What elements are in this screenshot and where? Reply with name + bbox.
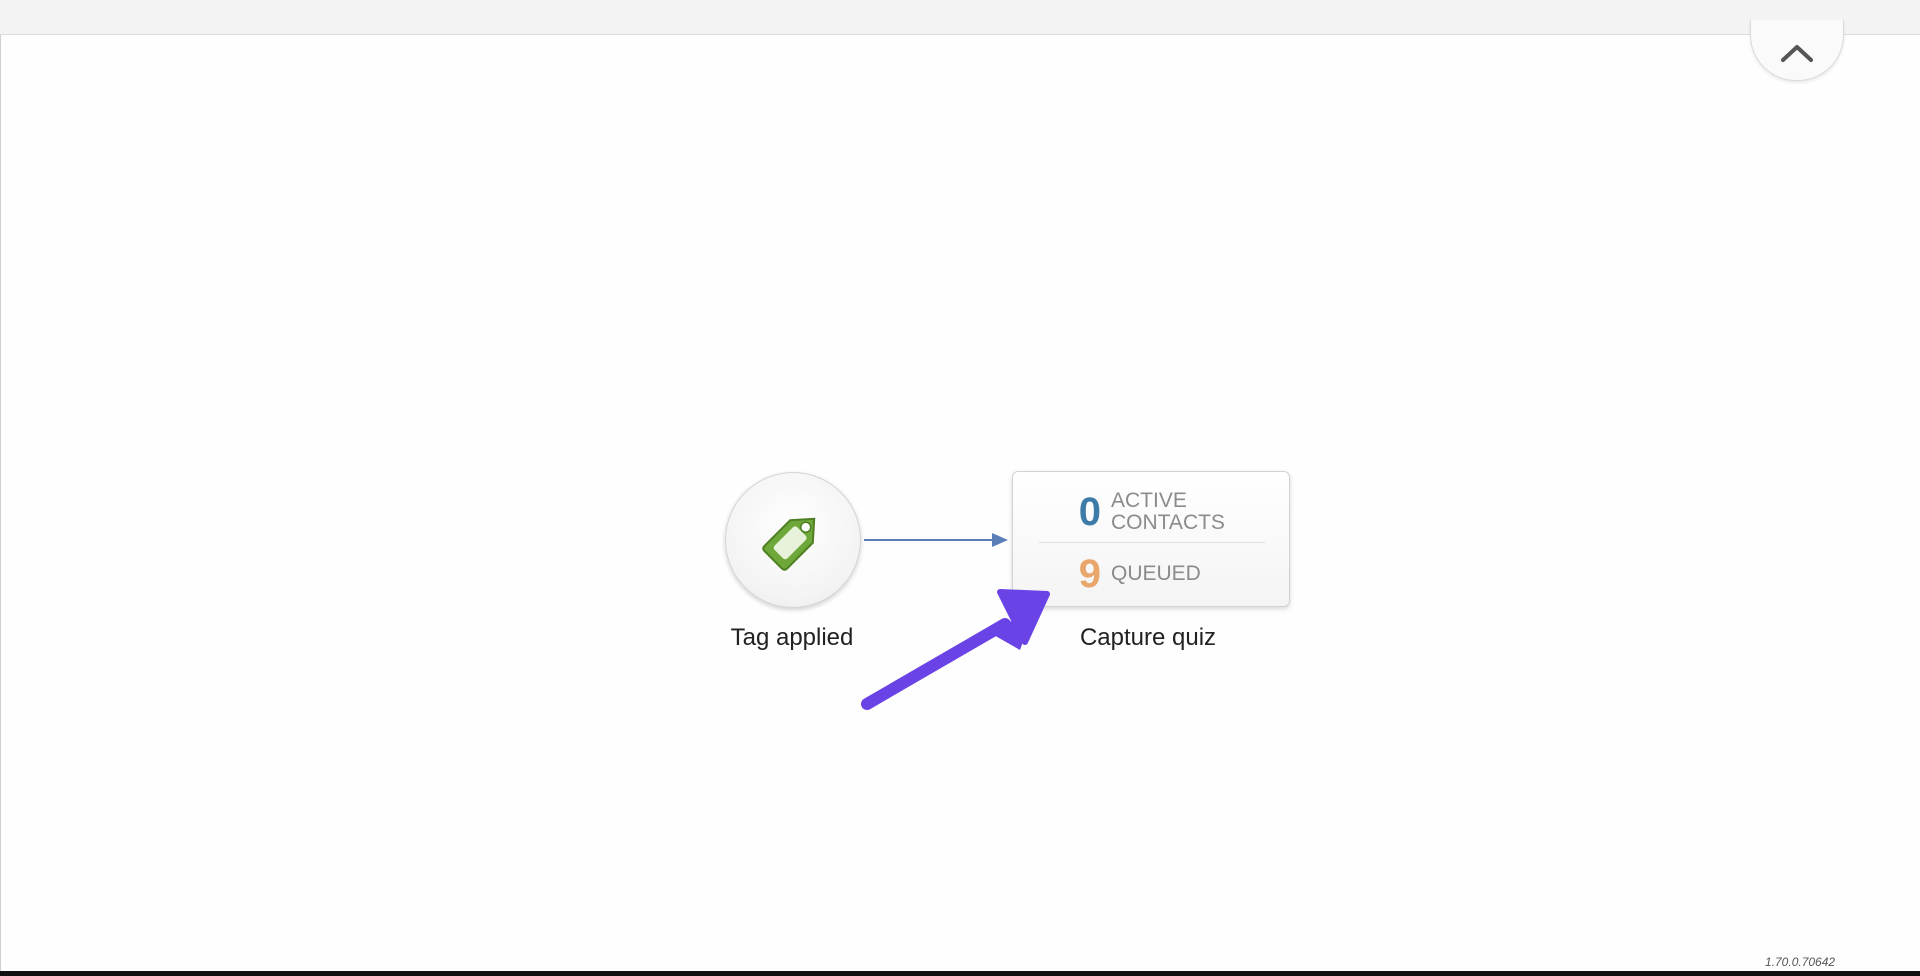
- stat-divider: [1039, 542, 1265, 543]
- trigger-node-tag-applied[interactable]: [725, 472, 861, 608]
- bottom-bar: [0, 971, 1920, 976]
- active-contacts-label: ACTIVE CONTACTS: [1111, 488, 1225, 534]
- top-bar: [0, 0, 1920, 35]
- annotation-arrow: [861, 589, 1050, 710]
- tag-icon: [762, 517, 816, 571]
- workflow-canvas[interactable]: [0, 36, 1920, 971]
- version-label: 1.70.0.70642: [1765, 955, 1836, 969]
- queued-count: 9: [1078, 552, 1101, 596]
- connector-arrow: [864, 533, 1008, 547]
- trigger-node-label: Tag applied: [730, 624, 854, 651]
- active-contacts-stat: 0 ACTIVE CONTACTS: [1013, 486, 1289, 538]
- active-contacts-count: 0: [1078, 490, 1101, 534]
- workflow-builder: Tag applied 0 ACTIVE CONTACTS 9 QUEUED C…: [0, 0, 1920, 976]
- queued-label: QUEUED: [1111, 561, 1201, 585]
